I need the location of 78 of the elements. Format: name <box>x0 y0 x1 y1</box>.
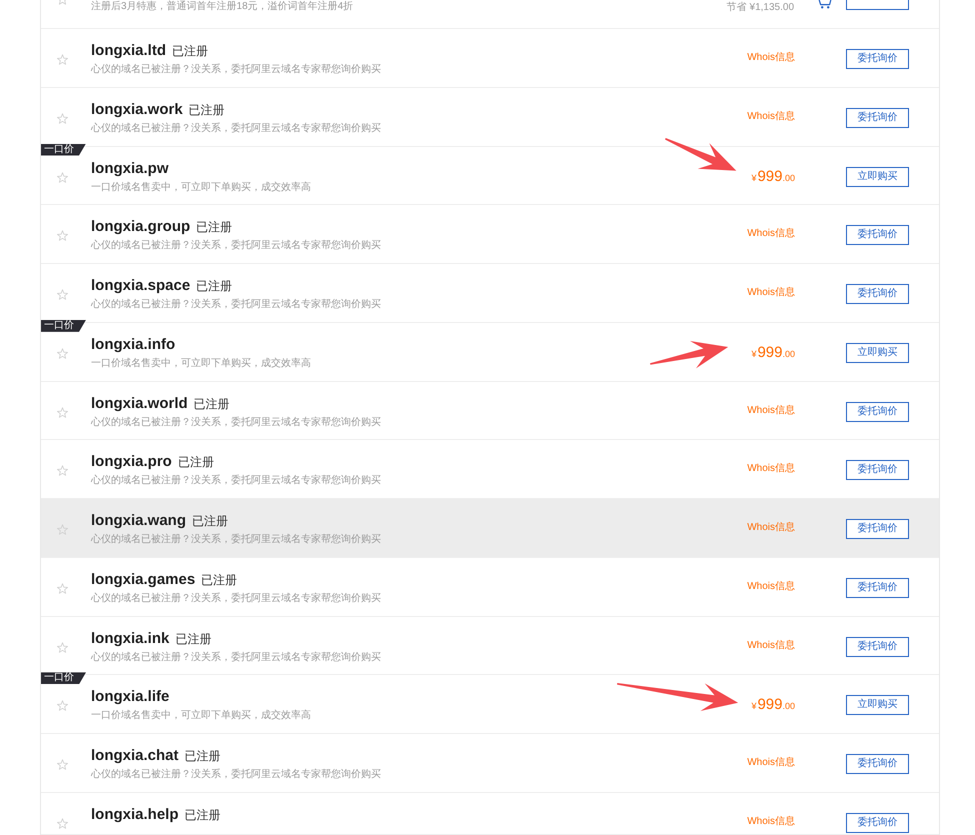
domain-name[interactable]: longxia.pw <box>91 160 169 178</box>
domain-description: 心仪的域名已被注册？没关系，委托阿里云域名专家帮您询价购买 <box>91 650 382 665</box>
domain-name[interactable]: longxia.wang <box>91 512 186 530</box>
status-label: 已注册 <box>196 278 232 296</box>
promo-description: 注册后3月特惠，普通词首年注册18元，溢价词首年注册4折 <box>91 0 354 14</box>
fixed-price-badge: 一口价 <box>41 320 86 332</box>
star-icon[interactable] <box>57 0 68 5</box>
status-label: 已注册 <box>184 806 221 824</box>
domain-name[interactable]: longxia.chat <box>91 747 179 766</box>
status-label: 已注册 <box>175 630 212 648</box>
status-label: 已注册 <box>184 748 221 766</box>
status-label: 已注册 <box>196 219 232 236</box>
inquiry-button[interactable]: 委托询价 <box>846 578 909 598</box>
domain-name[interactable]: longxia.life <box>91 688 170 706</box>
star-icon[interactable] <box>57 406 68 418</box>
star-icon[interactable] <box>57 818 68 829</box>
inquiry-button[interactable]: 委托询价 <box>846 519 909 540</box>
star-icon[interactable] <box>57 289 68 300</box>
domain-name[interactable]: longxia.work <box>91 100 183 119</box>
domain-name[interactable]: longxia.world <box>91 394 188 413</box>
star-icon[interactable] <box>57 230 68 242</box>
star-icon[interactable] <box>57 700 68 712</box>
status-label: 已注册 <box>194 396 230 413</box>
inquiry-button[interactable]: 委托询价 <box>846 812 909 833</box>
status-label: 已注册 <box>172 43 208 60</box>
buy-now-button[interactable]: 立即购买 <box>846 342 909 363</box>
inquiry-button[interactable]: 委托询价 <box>846 225 909 246</box>
star-icon[interactable] <box>57 524 68 536</box>
fixed-price-badge: 一口价 <box>41 144 86 156</box>
domain-description: 心仪的域名已被注册？没关系，委托阿里云域名专家帮您询价购买 <box>91 474 382 488</box>
domain-description: 心仪的域名已被注册？没关系，委托阿里云域名专家帮您询价购买 <box>91 239 382 254</box>
domain-name[interactable]: longxia.ink <box>91 630 170 648</box>
star-icon[interactable] <box>57 54 68 65</box>
inquiry-button[interactable]: 委托询价 <box>846 754 909 774</box>
star-icon[interactable] <box>57 582 68 594</box>
domain-name[interactable]: longxia.group <box>91 218 190 236</box>
inquiry-button[interactable]: 委托询价 <box>846 108 909 128</box>
domain-description: 心仪的域名已被注册？没关系，委托阿里云域名专家帮您询价购买 <box>91 122 382 136</box>
star-icon[interactable] <box>57 172 68 183</box>
buy-now-button[interactable]: 立即购买 <box>846 166 909 187</box>
domain-description: 一口价域名售卖中，可立即下单购买，成交效率高 <box>91 180 312 195</box>
cart-icon[interactable] <box>818 0 832 9</box>
domain-description: 心仪的域名已被注册？没关系，委托阿里云域名专家帮您询价购买 <box>91 768 382 782</box>
inquiry-button[interactable]: 委托询价 <box>846 49 909 69</box>
savings-text: 节省 ¥1,135.00 <box>726 1 794 15</box>
inquiry-button[interactable]: 委托询价 <box>846 402 909 422</box>
domain-name[interactable]: longxia.space <box>91 277 190 296</box>
domain-name[interactable]: longxia.ltd <box>91 42 166 60</box>
domain-description: 心仪的域名已被注册？没关系，委托阿里云域名专家帮您询价购买 <box>91 298 382 312</box>
status-label: 已注册 <box>201 572 238 589</box>
star-icon[interactable] <box>57 759 68 770</box>
buy-now-button[interactable]: 立即购买 <box>846 695 909 716</box>
fixed-price-badge: 一口价 <box>41 672 86 684</box>
status-label: 已注册 <box>178 454 214 472</box>
star-icon[interactable] <box>57 112 68 124</box>
pointer-arrow <box>664 138 736 171</box>
domain-description: 心仪的域名已被注册？没关系，委托阿里云域名专家帮您询价购买 <box>91 416 382 430</box>
star-icon[interactable] <box>57 465 68 476</box>
domain-description: 一口价域名售卖中，可立即下单购买，成交效率高 <box>91 709 312 724</box>
inquiry-button[interactable]: 委托询价 <box>846 460 909 480</box>
domain-name[interactable]: longxia.info <box>91 336 176 354</box>
star-icon[interactable] <box>57 642 68 653</box>
domain-description: 心仪的域名已被注册？没关系，委托阿里云域名专家帮您询价购买 <box>91 533 382 548</box>
domain-name[interactable]: longxia.pro <box>91 453 172 472</box>
status-label: 已注册 <box>192 513 228 530</box>
inquiry-button[interactable]: 委托询价 <box>846 284 909 304</box>
price: ¥999.00 <box>751 697 795 714</box>
action-button[interactable] <box>846 0 909 10</box>
price: ¥999.00 <box>751 168 795 186</box>
inquiry-button[interactable]: 委托询价 <box>846 636 909 657</box>
status-label: 已注册 <box>188 102 225 119</box>
domain-name[interactable]: longxia.help <box>91 806 179 824</box>
domain-name[interactable]: longxia.games <box>91 570 196 589</box>
domain-description: 心仪的域名已被注册？没关系，委托阿里云域名专家帮您询价购买 <box>91 592 382 606</box>
star-icon[interactable] <box>57 348 68 359</box>
price: ¥999.00 <box>751 344 795 362</box>
domain-description: 一口价域名售卖中，可立即下单购买，成交效率高 <box>91 356 312 371</box>
domain-description: 心仪的域名已被注册？没关系，委托阿里云域名专家帮您询价购买 <box>91 63 382 77</box>
